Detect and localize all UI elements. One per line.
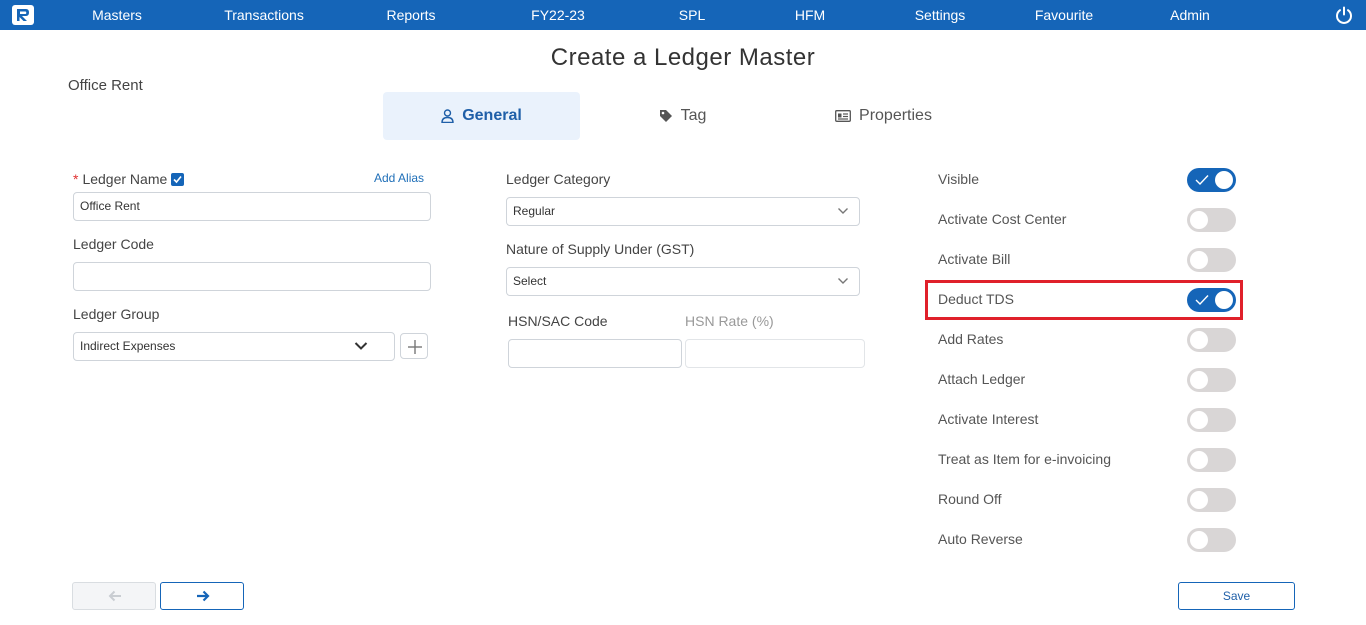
toggle-label-e-invoicing: Treat as Item for e-invoicing — [938, 451, 1111, 467]
nature-supply-select[interactable]: Select — [506, 267, 860, 296]
toggle-label-activate-interest: Activate Interest — [938, 411, 1039, 427]
toggle-label-round-off: Round Off — [938, 491, 1002, 507]
ledger-category-value: Regular — [513, 204, 556, 218]
nav-favourite[interactable]: Favourite — [1035, 0, 1093, 30]
hsn-code-input[interactable] — [508, 339, 682, 368]
toggle-activate-bill[interactable] — [1187, 248, 1236, 272]
nav-masters[interactable]: Masters — [92, 0, 142, 30]
nav-admin[interactable]: Admin — [1170, 0, 1210, 30]
hsn-rate-input[interactable] — [685, 339, 865, 368]
tab-tag[interactable]: Tag — [630, 92, 735, 140]
id-card-icon — [835, 110, 851, 122]
check-icon — [1195, 175, 1209, 186]
ledger-group-label: Ledger Group — [73, 306, 160, 322]
ledger-code-label: Ledger Code — [73, 236, 154, 252]
nav-spl[interactable]: SPL — [679, 0, 705, 30]
ledger-subtitle: Office Rent — [68, 77, 143, 94]
toggle-label-auto-reverse: Auto Reverse — [938, 531, 1023, 547]
next-button[interactable] — [160, 582, 244, 610]
previous-button[interactable] — [72, 582, 156, 610]
ledger-group-select[interactable]: Indirect Expenses — [73, 332, 395, 361]
toggle-visible[interactable] — [1187, 168, 1236, 192]
checkbox-checked-icon[interactable] — [171, 173, 185, 186]
tab-properties-label: Properties — [859, 107, 932, 124]
ledger-group-value: Indirect Expenses — [80, 339, 176, 353]
chevron-down-icon — [838, 278, 848, 284]
toggle-auto-reverse[interactable] — [1187, 528, 1236, 552]
plus-icon — [408, 340, 422, 354]
toggle-label-visible: Visible — [938, 171, 979, 187]
user-icon — [441, 109, 454, 123]
toggle-activate-interest[interactable] — [1187, 408, 1236, 432]
app-logo-icon[interactable] — [12, 5, 34, 25]
tab-general-label: General — [462, 107, 522, 124]
toggle-add-rates[interactable] — [1187, 328, 1236, 352]
nav-fiscal-year[interactable]: FY22-23 — [531, 0, 585, 30]
page-title: Create a Ledger Master — [550, 44, 816, 71]
toggle-label-cost-center: Activate Cost Center — [938, 211, 1067, 227]
nature-supply-label: Nature of Supply Under (GST) — [506, 241, 695, 257]
tab-tag-label: Tag — [680, 107, 707, 124]
ledger-name-label-text: Ledger Name — [82, 171, 168, 187]
nature-supply-value: Select — [513, 274, 547, 288]
toggle-round-off[interactable] — [1187, 488, 1236, 512]
chevron-down-icon — [838, 208, 848, 214]
ledger-category-select[interactable]: Regular — [506, 197, 860, 226]
add-alias-link[interactable]: Add Alias — [374, 171, 424, 185]
deduct-tds-highlight — [925, 280, 1243, 320]
nav-hfm[interactable]: HFM — [795, 0, 825, 30]
hsn-code-label: HSN/SAC Code — [508, 313, 608, 329]
nav-settings[interactable]: Settings — [915, 0, 966, 30]
required-mark: * — [73, 171, 79, 187]
toggle-cost-center[interactable] — [1187, 208, 1236, 232]
ledger-category-label: Ledger Category — [506, 171, 611, 187]
tag-icon — [659, 110, 672, 122]
nav-transactions[interactable]: Transactions — [224, 0, 304, 30]
arrow-left-icon — [108, 590, 121, 602]
add-ledger-group-button[interactable] — [400, 333, 428, 359]
chevron-down-icon — [354, 342, 368, 350]
hsn-rate-label: HSN Rate (%) — [685, 313, 774, 329]
toggle-attach-ledger[interactable] — [1187, 368, 1236, 392]
power-icon[interactable] — [1334, 5, 1354, 25]
toggle-label-add-rates: Add Rates — [938, 331, 1004, 347]
save-button[interactable]: Save — [1178, 582, 1295, 610]
ledger-name-input[interactable]: Office Rent — [73, 192, 431, 221]
tab-properties[interactable]: Properties — [815, 92, 952, 140]
ledger-name-label: * Ledger Name — [73, 171, 185, 187]
arrow-right-icon — [197, 590, 210, 602]
toggle-label-attach-ledger: Attach Ledger — [938, 371, 1026, 387]
top-navbar: Masters Transactions Reports FY22-23 SPL… — [0, 0, 1366, 30]
ledger-code-input[interactable] — [73, 262, 431, 291]
nav-reports[interactable]: Reports — [386, 0, 435, 30]
tab-general[interactable]: General — [383, 92, 580, 140]
toggle-e-invoicing[interactable] — [1187, 448, 1236, 472]
toggle-label-activate-bill: Activate Bill — [938, 251, 1011, 267]
